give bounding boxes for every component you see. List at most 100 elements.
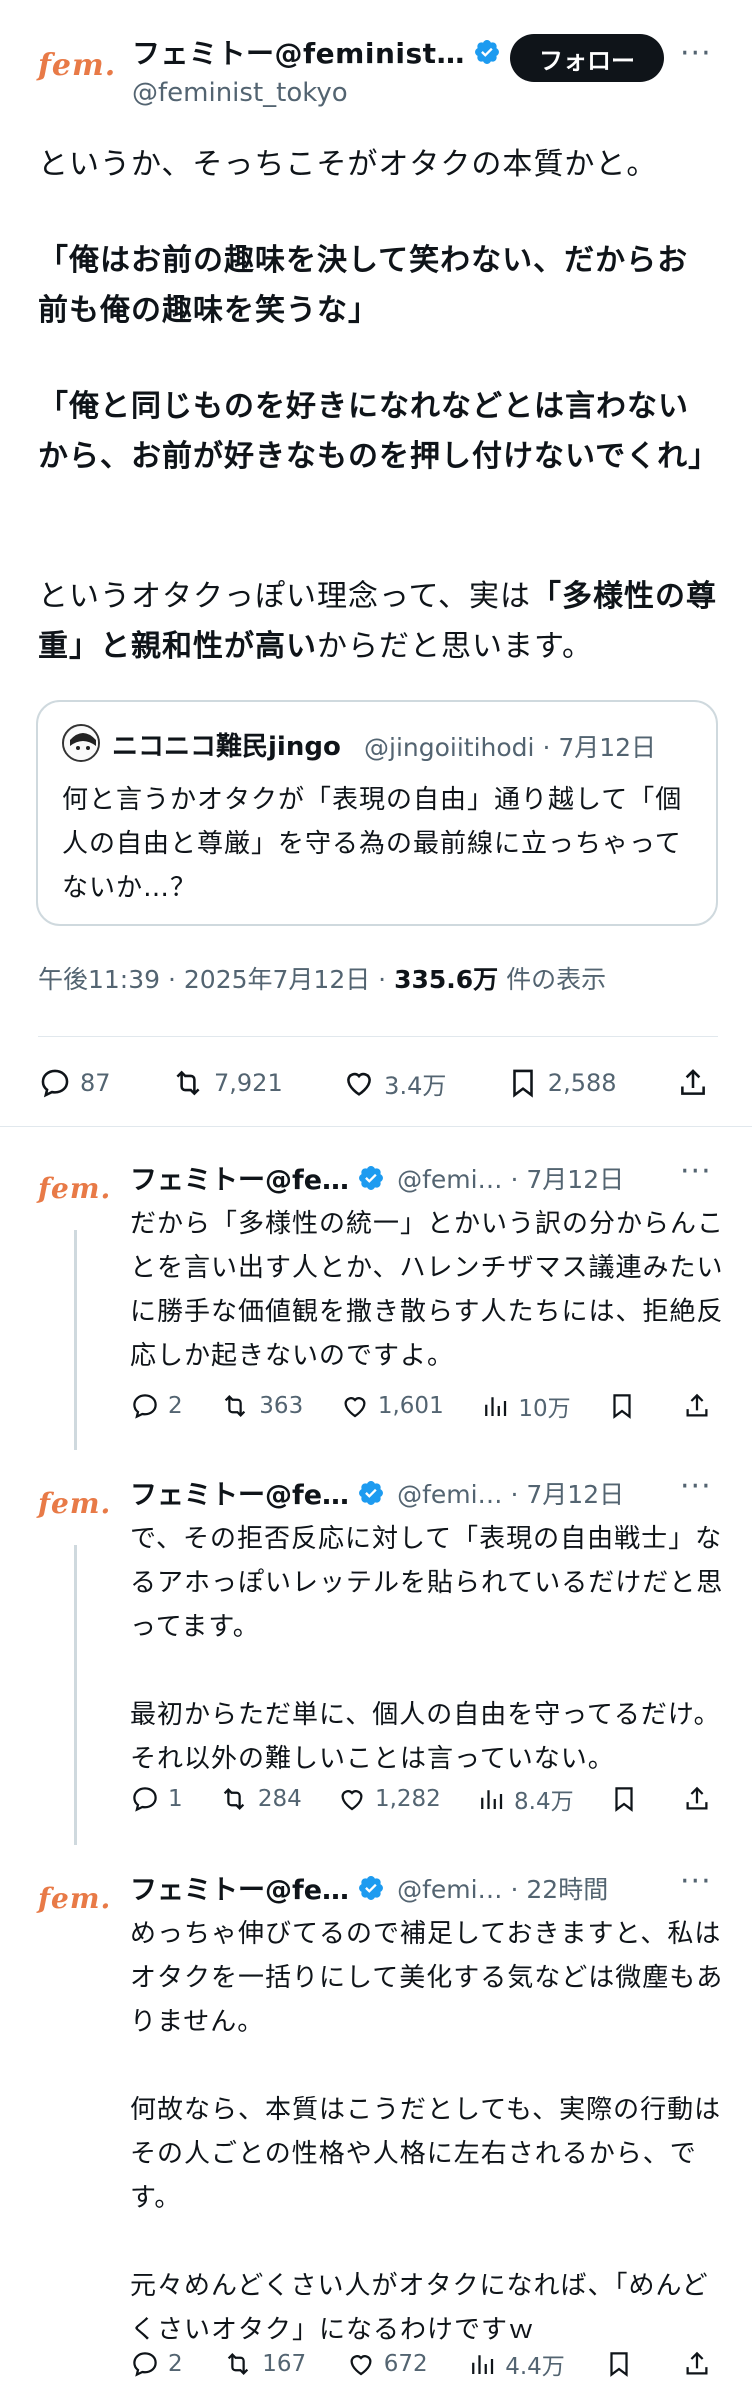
verified-badge-icon — [359, 1480, 384, 1505]
like-icon — [350, 2355, 372, 2376]
reply-button[interactable]: 1 — [130, 1784, 183, 1814]
reply-button[interactable]: 2 — [130, 1391, 183, 1421]
share-button[interactable] — [682, 1784, 720, 1814]
repost-count: 167 — [262, 2351, 307, 2377]
views-icon — [485, 1397, 507, 1416]
like-button[interactable]: 3.4万 — [342, 1066, 446, 1101]
avatar-logo[interactable]: fem. — [38, 1882, 111, 1915]
repost-button[interactable]: 363 — [219, 1391, 303, 1421]
reply-count: 87 — [80, 1069, 111, 1097]
reply-button[interactable]: 87 — [38, 1066, 111, 1100]
views-button[interactable]: 4.4万 — [467, 2347, 565, 2381]
thread-line — [74, 1230, 77, 1450]
repost-icon — [228, 2353, 249, 2375]
reply-handle-time[interactable]: @femi… · 7月12日 — [397, 1160, 624, 1196]
reply-handle-time[interactable]: @femi… · 7月12日 — [397, 1475, 624, 1511]
post-text-paragraph-3: 「俺と同じものを好きになれなどとは言わないから、お前が好きなものを押し付けないで… — [38, 382, 718, 482]
views-count: 10万 — [518, 1396, 571, 1422]
more-icon[interactable]: ··· — [680, 36, 712, 71]
bookmark-button[interactable]: 2,588 — [506, 1066, 617, 1100]
share-button[interactable] — [682, 2349, 720, 2379]
reply-action-bar: 2 167 672 4.4万 — [130, 2342, 720, 2386]
reply-author-name[interactable]: フェミトー@fe… — [130, 1473, 349, 1512]
verified-badge-icon — [475, 40, 499, 64]
repost-count: 284 — [257, 1786, 302, 1812]
author-name-row[interactable]: フェミトー@feminist… — [132, 32, 501, 72]
share-button[interactable] — [682, 1391, 720, 1421]
share-icon — [686, 2351, 708, 2375]
reply-button[interactable]: 2 — [130, 2349, 183, 2379]
avatar-logo[interactable]: fem. — [38, 48, 116, 83]
reply-post[interactable]: fem. フェミトー@fe… @femi… · 22時間 ··· めっちゃ伸びて… — [0, 1860, 752, 2400]
bookmark-icon — [610, 2352, 629, 2377]
bookmark-icon — [615, 1787, 633, 1812]
reply-count: 2 — [168, 2351, 183, 2377]
like-icon — [341, 1790, 363, 1811]
main-post-header: fem. フェミトー@feminist… @feminist_tokyo フォロ… — [0, 0, 752, 130]
like-button[interactable]: 672 — [346, 2349, 428, 2379]
more-icon[interactable]: ··· — [680, 1154, 712, 1189]
reply-author-name[interactable]: フェミトー@fe… — [130, 1868, 349, 1907]
reply-post[interactable]: fem. フェミトー@fe… @femi… · 7月12日 ··· だから「多様… — [0, 1150, 752, 1450]
more-icon[interactable]: ··· — [680, 1864, 712, 1899]
quoted-post-card[interactable]: ニコニコ難民jingo @jingoiitihodi · 7月12日 何と言うか… — [36, 700, 718, 926]
bookmark-button[interactable] — [607, 1391, 645, 1421]
like-icon — [344, 1397, 366, 1418]
quoted-author-avatar[interactable] — [62, 724, 100, 762]
bookmark-icon — [613, 1394, 631, 1419]
views-icon — [481, 1790, 503, 1809]
reply-text: めっちゃ伸びてるので補足しておきますと、私はオタクを一括りにして美化する気などは… — [130, 1919, 724, 2345]
bookmark-button[interactable] — [604, 2349, 642, 2379]
post-timestamp[interactable]: 午後11:39 · 2025年7月12日 · — [38, 965, 394, 994]
thread-line — [74, 1545, 77, 1845]
verified-badge-icon — [359, 1875, 384, 1900]
post-text-span: からだと思います。 — [317, 629, 593, 664]
share-button[interactable] — [676, 1066, 718, 1100]
views-icon — [472, 2355, 494, 2374]
like-button[interactable]: 1,282 — [337, 1784, 441, 1814]
like-count: 3.4万 — [384, 1071, 447, 1100]
reply-header: フェミトー@fe… @femi… · 7月12日 — [130, 1473, 624, 1512]
like-count: 672 — [383, 2351, 428, 2377]
views-label: 件の表示 — [498, 965, 607, 994]
repost-button[interactable]: 7,921 — [170, 1066, 283, 1100]
reply-icon — [133, 1787, 157, 1812]
more-icon[interactable]: ··· — [680, 1469, 712, 1504]
reply-header: フェミトー@fe… @femi… · 7月12日 — [130, 1158, 624, 1197]
author-handle[interactable]: @feminist_tokyo — [132, 78, 348, 108]
views-count: 4.4万 — [505, 2354, 565, 2380]
reply-header: フェミトー@fe… @femi… · 22時間 — [130, 1868, 608, 1907]
avatar-logo[interactable]: fem. — [38, 1172, 111, 1205]
share-icon — [686, 1393, 708, 1417]
repost-icon — [223, 1788, 245, 1810]
reply-icon — [133, 2352, 157, 2377]
post-text-span-bold: 「俺はお前の趣味を決して笑わない、だからお前も俺の趣味を笑うな」 — [38, 243, 689, 328]
views-button[interactable]: 10万 — [480, 1389, 571, 1423]
like-icon — [347, 1072, 372, 1096]
repost-icon — [225, 1395, 246, 1417]
reply-text: で、その拒否反応に対して「表現の自由戦士」なるアホっぽいレッテルを貼られているだ… — [130, 1524, 724, 1774]
like-button[interactable]: 1,601 — [340, 1391, 444, 1421]
reply-handle-time[interactable]: @femi… · 22時間 — [397, 1870, 608, 1906]
repost-button[interactable]: 167 — [222, 2349, 306, 2379]
share-icon — [686, 1786, 708, 1810]
views-button[interactable]: 8.4万 — [476, 1782, 574, 1816]
reply-icon — [133, 1394, 157, 1419]
author-display-name[interactable]: フェミトー@feminist… — [132, 32, 465, 72]
reply-author-name[interactable]: フェミトー@fe… — [130, 1158, 349, 1197]
quoted-author-name[interactable]: ニコニコ難民jingo — [112, 726, 341, 763]
bookmark-button[interactable] — [609, 1784, 647, 1814]
bookmark-icon — [513, 1069, 533, 1098]
bookmark-count: 2,588 — [547, 1069, 617, 1097]
reply-count: 2 — [168, 1393, 183, 1419]
post-text-paragraph-2: 「俺はお前の趣味を決して笑わない、だからお前も俺の趣味を笑うな」 — [38, 236, 718, 336]
repost-button[interactable]: 284 — [218, 1784, 302, 1814]
follow-button[interactable]: フォロー — [510, 34, 664, 82]
main-action-bar: 87 7,921 3.4万 2,588 — [38, 1058, 718, 1108]
divider — [38, 1036, 718, 1037]
reply-post[interactable]: fem. フェミトー@fe… @femi… · 7月12日 ··· で、その拒否… — [0, 1465, 752, 1845]
views-count: 335.6万 — [394, 965, 499, 994]
quoted-author-meta[interactable]: @jingoiitihodi · 7月12日 — [364, 728, 656, 764]
avatar-logo[interactable]: fem. — [38, 1487, 111, 1520]
verified-badge-icon — [359, 1165, 384, 1190]
